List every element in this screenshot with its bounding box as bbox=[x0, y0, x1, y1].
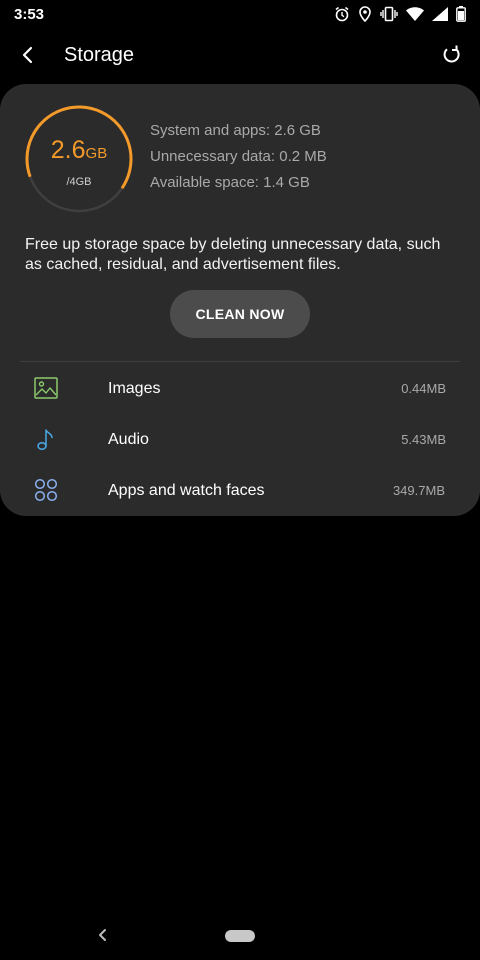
list-item-apps-watch-faces[interactable]: Apps and watch faces 349.7MB bbox=[0, 465, 480, 516]
total-storage: /4GB bbox=[66, 176, 92, 188]
back-button[interactable] bbox=[0, 30, 56, 80]
music-note-icon bbox=[37, 429, 53, 450]
used-storage-number: 2.6 bbox=[50, 136, 86, 164]
category-size: 0.44MB bbox=[401, 381, 446, 396]
category-label: Audio bbox=[108, 430, 149, 448]
wifi-icon bbox=[406, 7, 424, 21]
location-icon bbox=[358, 6, 372, 22]
available-space: Available space: 1.4 GB bbox=[150, 174, 310, 191]
home-pill-icon[interactable] bbox=[225, 930, 255, 942]
divider bbox=[20, 361, 460, 362]
category-size: 349.7MB bbox=[392, 483, 445, 498]
nav-back-icon[interactable] bbox=[92, 924, 114, 946]
battery-icon bbox=[456, 6, 466, 22]
status-icons bbox=[334, 6, 466, 22]
used-storage-unit: GB bbox=[85, 145, 108, 162]
unnecessary-data-size: Unnecessary data: 0.2 MB bbox=[150, 148, 327, 165]
storage-breakdown: System and apps: 2.6 GB Unnecessary data… bbox=[150, 120, 327, 198]
back-arrow-icon bbox=[22, 46, 33, 64]
category-label: Apps and watch faces bbox=[108, 481, 265, 499]
status-bar: 3:53 bbox=[0, 0, 480, 28]
vibrate-icon bbox=[380, 6, 398, 22]
refresh-button[interactable] bbox=[424, 30, 480, 80]
storage-card: 2.6GB /4GB System and apps: 2.6 GB Unnec… bbox=[0, 84, 480, 516]
list-item-audio[interactable]: Audio 5.43MB bbox=[0, 414, 480, 465]
image-icon bbox=[34, 377, 58, 399]
signal-icon bbox=[432, 7, 448, 21]
clean-now-button[interactable]: CLEAN NOW bbox=[170, 290, 310, 338]
system-apps-size: System and apps: 2.6 GB bbox=[150, 122, 321, 139]
app-bar: Storage bbox=[0, 30, 480, 80]
storage-category-list: Images 0.44MB Audio 5.43MB Apps and watc… bbox=[0, 363, 480, 516]
list-item-images[interactable]: Images 0.44MB bbox=[0, 363, 480, 414]
refresh-icon bbox=[443, 45, 460, 63]
alarm-icon bbox=[334, 6, 350, 22]
category-label: Images bbox=[108, 379, 161, 397]
storage-gauge: 2.6GB /4GB bbox=[24, 104, 134, 214]
status-time: 3:53 bbox=[14, 5, 45, 23]
page-title: Storage bbox=[64, 43, 135, 66]
navigation-bar bbox=[0, 912, 480, 960]
used-storage-value: 2.6GB bbox=[24, 136, 134, 165]
clean-description: Free up storage space by deleting unnece… bbox=[25, 236, 441, 273]
apps-grid-icon bbox=[34, 478, 58, 502]
category-size: 5.43MB bbox=[401, 432, 446, 447]
